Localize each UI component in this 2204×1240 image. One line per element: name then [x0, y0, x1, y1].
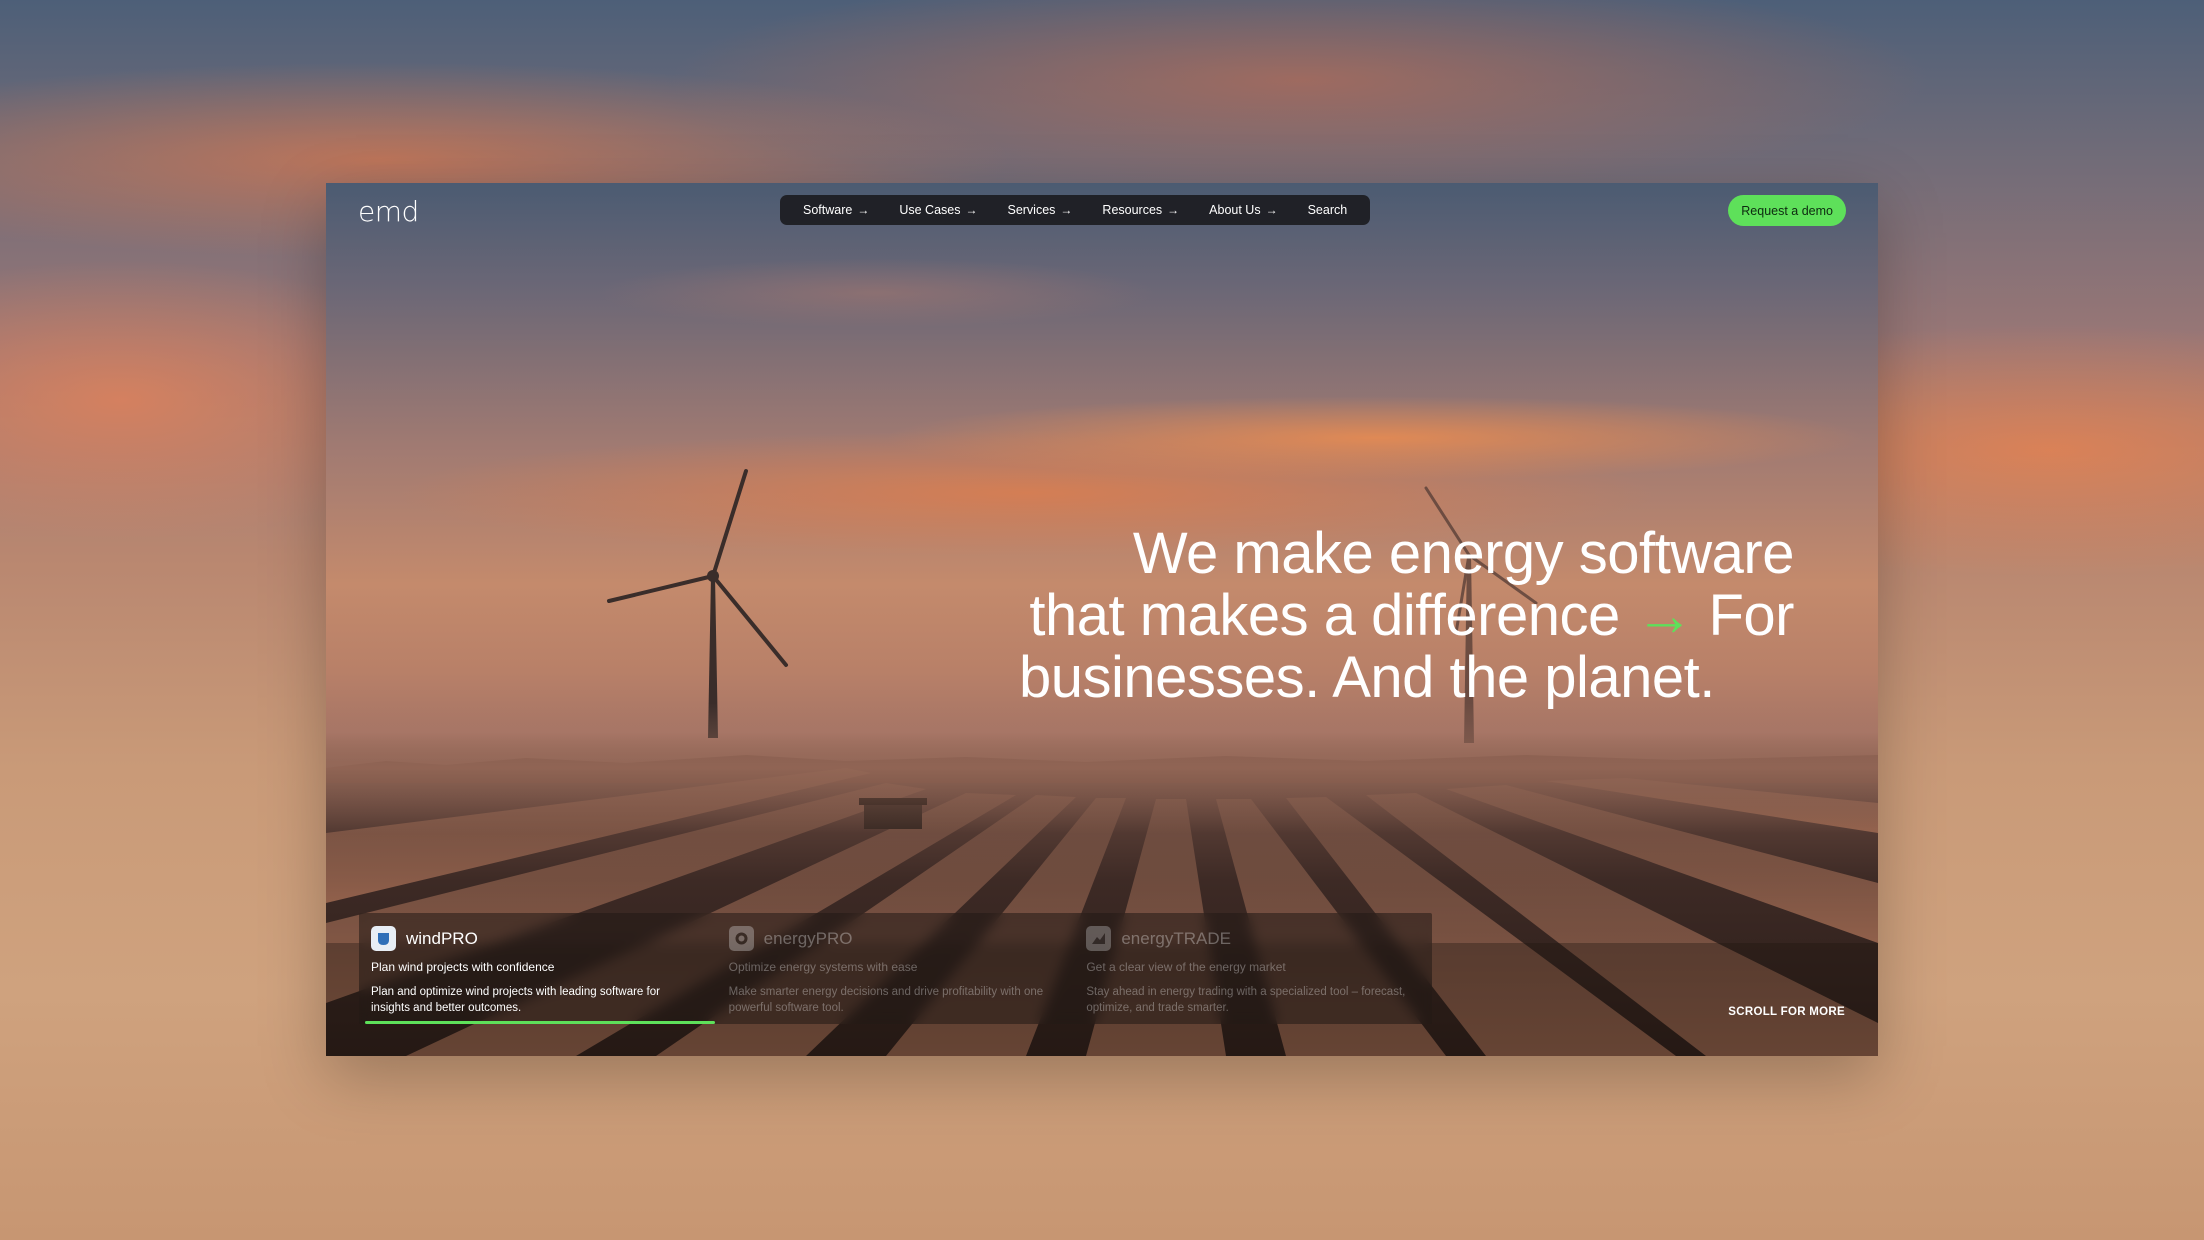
headline-line-2: that makes a difference: [1029, 583, 1620, 648]
scroll-for-more-hint[interactable]: SCROLL FOR MORE: [1728, 1006, 1845, 1018]
arrow-right-icon: →: [1635, 583, 1693, 648]
energypro-icon: [728, 926, 754, 951]
main-nav: Software → Use Cases → Services → Resources…: [780, 195, 1371, 225]
product-tagline: Get a clear view of the energy market: [1086, 960, 1286, 974]
nav-item-about-us[interactable]: About Us →: [1194, 203, 1292, 217]
request-demo-button[interactable]: Request a demo: [1728, 195, 1846, 226]
arrow-right-icon: →: [1060, 203, 1073, 217]
arrow-right-icon: →: [1167, 203, 1180, 217]
headline-line-1: We make energy software: [1132, 521, 1795, 586]
energytrade-icon: [1086, 926, 1112, 951]
product-description: Stay ahead in energy trading with a spec…: [1086, 986, 1406, 1014]
product-cards: windPRO Plan wind projects with confiden…: [359, 913, 1432, 1024]
product-card-windpro[interactable]: windPRO Plan wind projects with confiden…: [359, 913, 717, 1024]
product-description: Make smarter energy decisions and drive …: [728, 986, 1044, 1014]
hero-headline: We make energy software that makes a dif…: [974, 521, 1795, 710]
product-tagline: Optimize energy systems with ease: [728, 960, 918, 974]
product-card-energytrade[interactable]: energyTRADE Get a clear view of the ener…: [1074, 913, 1432, 1024]
nav-item-search[interactable]: Search: [1293, 203, 1363, 217]
nav-item-resources[interactable]: Resources →: [1087, 203, 1194, 217]
product-title: energyTRADE: [1121, 928, 1231, 948]
product-tagline: Plan wind projects with confidence: [371, 960, 555, 974]
arrow-right-icon: →: [965, 203, 978, 217]
product-title: windPRO: [406, 928, 478, 948]
arrow-right-icon: →: [1265, 203, 1278, 217]
nav-item-services[interactable]: Services →: [992, 203, 1087, 217]
product-title: energyPRO: [763, 928, 853, 948]
active-card-progress-bar: [365, 1021, 715, 1024]
horizon-haze: [326, 703, 1878, 833]
windpro-icon: [371, 926, 396, 951]
product-card-energypro[interactable]: energyPRO Optimize energy systems with e…: [717, 913, 1075, 1024]
arrow-right-icon: →: [857, 203, 870, 217]
nav-item-software[interactable]: Software →: [788, 203, 884, 217]
nav-item-use-cases[interactable]: Use Cases →: [884, 203, 992, 217]
hero-section: emd Software → Use Cases → Services → Resou…: [326, 183, 1878, 1056]
emd-logo[interactable]: emd: [358, 195, 419, 228]
headline-line-2-end: For: [1708, 583, 1795, 648]
product-description: Plan and optimize wind projects with lea…: [371, 986, 660, 1014]
headline-line-3: businesses. And the planet.: [1019, 645, 1715, 710]
